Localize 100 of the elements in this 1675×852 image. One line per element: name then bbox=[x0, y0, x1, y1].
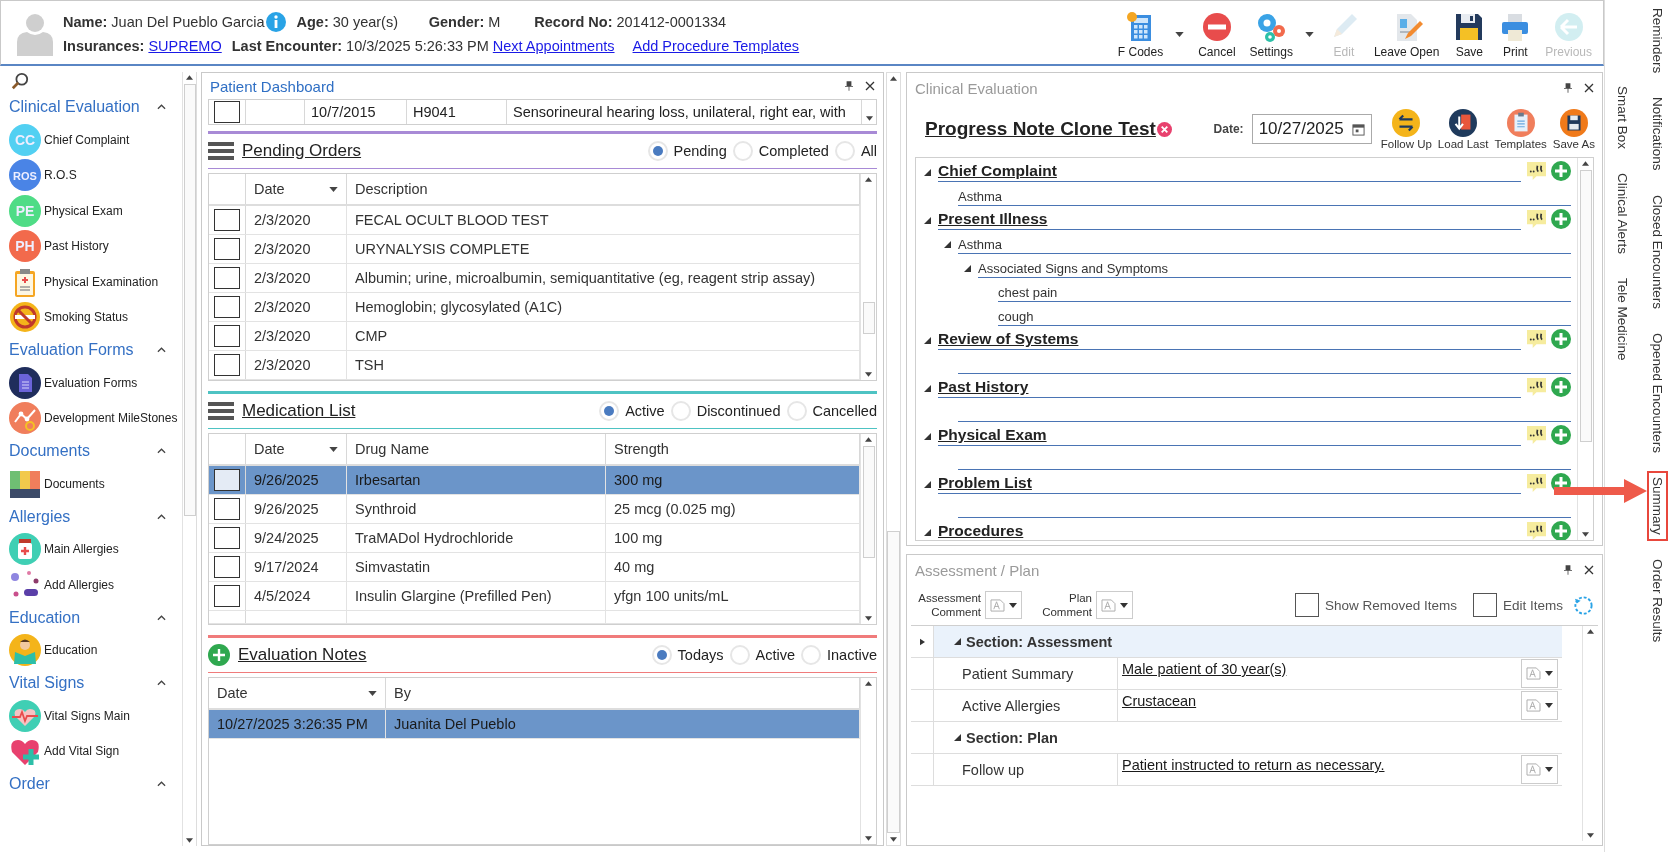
sidebar-item[interactable]: Physical Examination bbox=[9, 264, 182, 300]
comment-icon[interactable] bbox=[1527, 521, 1546, 540]
section-title[interactable]: Present Illness bbox=[938, 210, 1048, 228]
close-icon[interactable] bbox=[1584, 83, 1594, 93]
section-title[interactable]: Evaluation Notes bbox=[238, 645, 367, 665]
section-title[interactable]: Chief Complaint bbox=[938, 162, 1057, 180]
comment-icon[interactable] bbox=[1527, 425, 1546, 444]
expander-icon[interactable] bbox=[954, 638, 961, 645]
expander-icon[interactable] bbox=[924, 384, 931, 392]
row-checkbox[interactable] bbox=[214, 267, 240, 289]
action-button[interactable]: Templates bbox=[1491, 108, 1550, 150]
close-icon[interactable] bbox=[865, 81, 875, 91]
section-title[interactable]: Pending Orders bbox=[242, 141, 362, 161]
side-tab[interactable]: Reminders bbox=[1647, 2, 1668, 80]
side-tab[interactable]: Smart Box bbox=[1612, 80, 1633, 156]
expander-icon[interactable] bbox=[964, 264, 971, 272]
close-icon[interactable] bbox=[1584, 565, 1594, 575]
section-title[interactable]: Past History bbox=[938, 378, 1029, 396]
table-row[interactable]: 9/26/2025 Irbesartan 300 mg bbox=[209, 466, 860, 495]
menu-icon[interactable] bbox=[208, 401, 234, 421]
section-heading[interactable]: Order bbox=[9, 775, 50, 793]
section-heading[interactable]: Documents bbox=[9, 442, 90, 460]
expander-icon[interactable] bbox=[924, 336, 931, 344]
add-icon[interactable] bbox=[1551, 161, 1571, 181]
field-value[interactable]: Crustacean bbox=[1118, 690, 1521, 709]
toolbar-button[interactable]: Settings bbox=[1242, 4, 1321, 61]
scrollbar[interactable] bbox=[886, 72, 901, 846]
comment-icon[interactable] bbox=[1527, 209, 1546, 228]
toolbar-button[interactable]: F Codes bbox=[1110, 4, 1192, 61]
date-field[interactable]: 10/27/2025 bbox=[1251, 114, 1372, 144]
chevron-icon[interactable] bbox=[157, 680, 166, 686]
toolbar-button[interactable]: Print bbox=[1492, 4, 1539, 61]
scroll-down-arrow-icon[interactable] bbox=[865, 836, 872, 841]
section-heading[interactable]: Allergies bbox=[9, 507, 71, 526]
section-title[interactable]: Procedures bbox=[938, 522, 1024, 540]
scroll-up-arrow-icon[interactable] bbox=[186, 75, 193, 80]
scroll-thumb[interactable] bbox=[1579, 170, 1592, 442]
row-checkbox[interactable] bbox=[214, 354, 240, 376]
radio-option[interactable]: Todays bbox=[651, 645, 724, 665]
chevron-icon[interactable] bbox=[157, 448, 166, 454]
radio-option[interactable]: Completed bbox=[732, 141, 829, 161]
radio-option[interactable]: Discontinued bbox=[670, 401, 781, 421]
scroll-up-arrow-icon[interactable] bbox=[865, 437, 872, 442]
action-button[interactable]: Save As bbox=[1549, 108, 1598, 150]
column-header[interactable]: Drug Name bbox=[347, 434, 606, 464]
info-icon[interactable] bbox=[266, 11, 287, 32]
chevron-icon[interactable] bbox=[157, 614, 166, 621]
section-title[interactable]: Review of Systems bbox=[938, 330, 1079, 348]
radio-option[interactable]: All bbox=[834, 141, 877, 161]
sidebar-item[interactable]: Add Vital Sign bbox=[9, 733, 182, 769]
row-checkbox[interactable] bbox=[214, 325, 240, 347]
add-icon[interactable] bbox=[208, 644, 230, 666]
scroll-down-arrow-icon[interactable] bbox=[865, 616, 872, 621]
toolbar-button[interactable]: Save bbox=[1446, 4, 1493, 61]
scroll-down-arrow-icon[interactable] bbox=[865, 116, 873, 121]
search-icon[interactable] bbox=[11, 72, 29, 90]
expander-icon[interactable] bbox=[924, 528, 931, 536]
side-tab[interactable]: Clinical Alerts bbox=[1612, 167, 1633, 261]
sidebar-item[interactable]: Education bbox=[9, 632, 182, 668]
side-tab[interactable]: Closed Encounters bbox=[1647, 188, 1668, 315]
section-title[interactable]: Physical Exam bbox=[938, 426, 1047, 444]
comment-icon[interactable] bbox=[1527, 473, 1546, 492]
menu-icon[interactable] bbox=[208, 141, 234, 161]
sidebar-item[interactable]: Evaluation Forms bbox=[9, 365, 182, 401]
expander-icon[interactable] bbox=[924, 480, 931, 488]
sidebar-item[interactable]: CC Chief Complaint bbox=[9, 122, 182, 158]
radio-option[interactable]: Pending bbox=[647, 141, 727, 161]
section-row[interactable]: Section: Assessment bbox=[911, 626, 1562, 658]
column-header[interactable]: Date bbox=[209, 678, 386, 708]
comment-icon[interactable] bbox=[1527, 329, 1546, 348]
table-row[interactable]: 10/27/2025 3:26:35 PM Juanita Del Pueblo bbox=[209, 710, 860, 739]
expander-icon[interactable] bbox=[924, 432, 931, 440]
sidebar-item[interactable]: Smoking Status bbox=[9, 299, 182, 335]
scroll-up-arrow-icon[interactable] bbox=[1582, 161, 1589, 166]
add-icon[interactable] bbox=[1551, 377, 1571, 397]
sidebar-item[interactable]: ROS R.O.S bbox=[9, 157, 182, 193]
sidebar-item[interactable]: PE Physical Exam bbox=[9, 193, 182, 229]
action-button[interactable]: Load Last bbox=[1434, 108, 1492, 150]
tree-item[interactable]: cough bbox=[998, 309, 1034, 324]
tree-item[interactable]: Associated Signs and Symptoms bbox=[978, 261, 1169, 276]
row-checkbox[interactable] bbox=[214, 101, 240, 123]
section-heading[interactable]: Vital Signs bbox=[9, 674, 85, 692]
row-checkbox[interactable] bbox=[214, 238, 240, 260]
toolbar-button[interactable]: Leave Open bbox=[1366, 4, 1447, 61]
table-row[interactable]: 4/5/2024 Insulin Glargine (Prefilled Pen) yfgn 100 units/mL bbox=[209, 582, 860, 611]
chevron-icon[interactable] bbox=[157, 104, 166, 110]
table-row[interactable]: 9/26/2025 Synthroid 25 mcg (0.025 mg) bbox=[209, 495, 860, 524]
comment-icon[interactable] bbox=[1527, 161, 1546, 180]
sidebar-item[interactable]: Documents bbox=[9, 466, 182, 502]
field-value[interactable]: Male patient of 30 year(s) bbox=[1118, 658, 1521, 677]
scroll-thumb[interactable] bbox=[862, 302, 875, 334]
chevron-icon[interactable] bbox=[157, 347, 166, 353]
expander-icon[interactable] bbox=[924, 168, 931, 176]
expander-icon[interactable] bbox=[954, 734, 961, 741]
checkbox[interactable]: Show Removed Items bbox=[1294, 593, 1457, 617]
tree-item[interactable]: chest pain bbox=[998, 285, 1058, 300]
row-checkbox[interactable] bbox=[214, 585, 240, 607]
side-tab[interactable]: Opened Encounters bbox=[1647, 326, 1668, 459]
column-header[interactable]: Date bbox=[246, 174, 347, 204]
sidebar-item[interactable]: Development MileStones bbox=[9, 400, 182, 436]
